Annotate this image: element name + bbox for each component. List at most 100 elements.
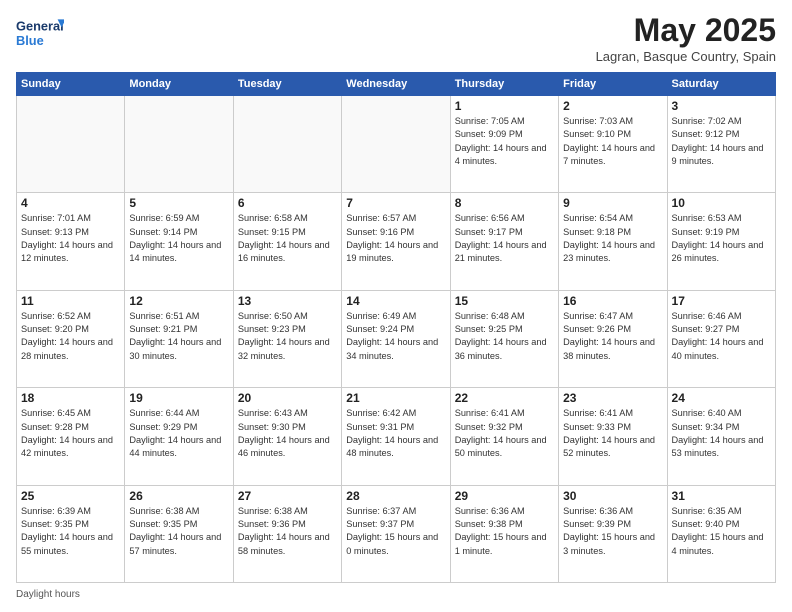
- day-cell: 9 Sunrise: 6:54 AM Sunset: 9:18 PM Daylig…: [559, 193, 667, 290]
- day-info: Sunrise: 7:05 AM Sunset: 9:09 PM Dayligh…: [455, 115, 554, 168]
- day-number: 12: [129, 294, 228, 308]
- day-number: 19: [129, 391, 228, 405]
- day-number: 26: [129, 489, 228, 503]
- day-number: 15: [455, 294, 554, 308]
- day-number: 6: [238, 196, 337, 210]
- day-number: 27: [238, 489, 337, 503]
- day-cell: 16Sunrise: 6:47 AM Sunset: 9:26 PM Dayli…: [559, 290, 667, 387]
- day-cell: 11 Sunrise: 6:52 AM Sunset: 9:20 PM Dayli…: [17, 290, 125, 387]
- day-info: Sunrise: 6:36 AM Sunset: 9:39 PM Dayligh…: [563, 505, 662, 558]
- day-number: 30: [563, 489, 662, 503]
- day-number: 23: [563, 391, 662, 405]
- day-cell: [17, 96, 125, 193]
- day-info: Sunrise: 6:58 AM Sunset: 9:15 PM Dayligh…: [238, 212, 337, 265]
- day-cell: 19 Sunrise: 6:44 AM Sunset: 9:29 PM Dayli…: [125, 388, 233, 485]
- day-number: 13: [238, 294, 337, 308]
- logo: General Blue: [16, 12, 64, 54]
- day-number: 14: [346, 294, 445, 308]
- day-info: Sunrise: 7:01 AM Sunset: 9:13 PM Dayligh…: [21, 212, 120, 265]
- day-cell: 25 Sunrise: 6:39 AM Sunset: 9:35 PM Dayli…: [17, 485, 125, 582]
- calendar-table: SundayMondayTuesdayWednesdayThursdayFrid…: [16, 72, 776, 583]
- day-number: 1: [455, 99, 554, 113]
- title-block: May 2025 Lagran, Basque Country, Spain: [596, 12, 776, 64]
- day-cell: 31Sunrise: 6:35 AM Sunset: 9:40 PM Dayli…: [667, 485, 775, 582]
- day-info: Sunrise: 6:53 AM Sunset: 9:19 PM Dayligh…: [672, 212, 771, 265]
- day-number: 25: [21, 489, 120, 503]
- day-info: Sunrise: 6:57 AM Sunset: 9:16 PM Dayligh…: [346, 212, 445, 265]
- day-cell: 1 Sunrise: 7:05 AM Sunset: 9:09 PM Daylig…: [450, 96, 558, 193]
- day-cell: 30 Sunrise: 6:36 AM Sunset: 9:39 PM Dayli…: [559, 485, 667, 582]
- week-row-5: 25 Sunrise: 6:39 AM Sunset: 9:35 PM Dayli…: [17, 485, 776, 582]
- day-info: Sunrise: 6:42 AM Sunset: 9:31 PM Dayligh…: [346, 407, 445, 460]
- day-info: Sunrise: 6:44 AM Sunset: 9:29 PM Dayligh…: [129, 407, 228, 460]
- day-info: Sunrise: 6:38 AM Sunset: 9:35 PM Dayligh…: [129, 505, 228, 558]
- col-header-sunday: Sunday: [17, 73, 125, 96]
- day-info: Sunrise: 6:37 AM Sunset: 9:37 PM Dayligh…: [346, 505, 445, 558]
- col-header-thursday: Thursday: [450, 73, 558, 96]
- day-number: 29: [455, 489, 554, 503]
- week-row-1: 1 Sunrise: 7:05 AM Sunset: 9:09 PM Daylig…: [17, 96, 776, 193]
- day-cell: 6 Sunrise: 6:58 AM Sunset: 9:15 PM Daylig…: [233, 193, 341, 290]
- daylight-label: Daylight hours: [16, 589, 80, 600]
- day-number: 21: [346, 391, 445, 405]
- day-info: Sunrise: 6:52 AM Sunset: 9:20 PM Dayligh…: [21, 310, 120, 363]
- location-subtitle: Lagran, Basque Country, Spain: [596, 49, 776, 64]
- col-header-wednesday: Wednesday: [342, 73, 450, 96]
- day-cell: 20Sunrise: 6:43 AM Sunset: 9:30 PM Dayli…: [233, 388, 341, 485]
- day-cell: 7Sunrise: 6:57 AM Sunset: 9:16 PM Daylig…: [342, 193, 450, 290]
- day-number: 22: [455, 391, 554, 405]
- day-info: Sunrise: 6:56 AM Sunset: 9:17 PM Dayligh…: [455, 212, 554, 265]
- day-cell: 12 Sunrise: 6:51 AM Sunset: 9:21 PM Dayli…: [125, 290, 233, 387]
- day-number: 11: [21, 294, 120, 308]
- day-cell: 8 Sunrise: 6:56 AM Sunset: 9:17 PM Daylig…: [450, 193, 558, 290]
- day-cell: [233, 96, 341, 193]
- day-info: Sunrise: 7:02 AM Sunset: 9:12 PM Dayligh…: [672, 115, 771, 168]
- day-cell: 15 Sunrise: 6:48 AM Sunset: 9:25 PM Dayli…: [450, 290, 558, 387]
- day-number: 16: [563, 294, 662, 308]
- svg-text:Blue: Blue: [16, 33, 44, 48]
- day-number: 10: [672, 196, 771, 210]
- month-title: May 2025: [596, 12, 776, 49]
- day-info: Sunrise: 6:50 AM Sunset: 9:23 PM Dayligh…: [238, 310, 337, 363]
- day-cell: 23Sunrise: 6:41 AM Sunset: 9:33 PM Dayli…: [559, 388, 667, 485]
- day-number: 24: [672, 391, 771, 405]
- day-number: 20: [238, 391, 337, 405]
- day-number: 9: [563, 196, 662, 210]
- day-cell: 27 Sunrise: 6:38 AM Sunset: 9:36 PM Dayli…: [233, 485, 341, 582]
- footer: Daylight hours: [16, 589, 776, 600]
- day-cell: 18Sunrise: 6:45 AM Sunset: 9:28 PM Dayli…: [17, 388, 125, 485]
- day-info: Sunrise: 6:54 AM Sunset: 9:18 PM Dayligh…: [563, 212, 662, 265]
- day-info: Sunrise: 6:51 AM Sunset: 9:21 PM Dayligh…: [129, 310, 228, 363]
- week-row-3: 11 Sunrise: 6:52 AM Sunset: 9:20 PM Dayli…: [17, 290, 776, 387]
- logo-svg: General Blue: [16, 12, 64, 54]
- day-cell: [125, 96, 233, 193]
- day-number: 4: [21, 196, 120, 210]
- day-number: 3: [672, 99, 771, 113]
- day-cell: 21 Sunrise: 6:42 AM Sunset: 9:31 PM Dayli…: [342, 388, 450, 485]
- day-cell: 10 Sunrise: 6:53 AM Sunset: 9:19 PM Dayli…: [667, 193, 775, 290]
- day-number: 28: [346, 489, 445, 503]
- day-number: 31: [672, 489, 771, 503]
- day-cell: 28 Sunrise: 6:37 AM Sunset: 9:37 PM Dayli…: [342, 485, 450, 582]
- calendar-header-row: SundayMondayTuesdayWednesdayThursdayFrid…: [17, 73, 776, 96]
- day-info: Sunrise: 6:48 AM Sunset: 9:25 PM Dayligh…: [455, 310, 554, 363]
- day-number: 8: [455, 196, 554, 210]
- day-number: 5: [129, 196, 228, 210]
- col-header-friday: Friday: [559, 73, 667, 96]
- day-cell: 2Sunrise: 7:03 AM Sunset: 9:10 PM Daylig…: [559, 96, 667, 193]
- col-header-tuesday: Tuesday: [233, 73, 341, 96]
- day-cell: 3 Sunrise: 7:02 AM Sunset: 9:12 PM Daylig…: [667, 96, 775, 193]
- day-number: 18: [21, 391, 120, 405]
- day-number: 2: [563, 99, 662, 113]
- day-info: Sunrise: 6:39 AM Sunset: 9:35 PM Dayligh…: [21, 505, 120, 558]
- day-cell: 4 Sunrise: 7:01 AM Sunset: 9:13 PM Daylig…: [17, 193, 125, 290]
- day-cell: 22Sunrise: 6:41 AM Sunset: 9:32 PM Dayli…: [450, 388, 558, 485]
- week-row-4: 18Sunrise: 6:45 AM Sunset: 9:28 PM Dayli…: [17, 388, 776, 485]
- svg-text:General: General: [16, 19, 64, 34]
- day-cell: 29Sunrise: 6:36 AM Sunset: 9:38 PM Dayli…: [450, 485, 558, 582]
- day-cell: 17Sunrise: 6:46 AM Sunset: 9:27 PM Dayli…: [667, 290, 775, 387]
- week-row-2: 4 Sunrise: 7:01 AM Sunset: 9:13 PM Daylig…: [17, 193, 776, 290]
- day-info: Sunrise: 6:38 AM Sunset: 9:36 PM Dayligh…: [238, 505, 337, 558]
- day-cell: 14Sunrise: 6:49 AM Sunset: 9:24 PM Dayli…: [342, 290, 450, 387]
- col-header-monday: Monday: [125, 73, 233, 96]
